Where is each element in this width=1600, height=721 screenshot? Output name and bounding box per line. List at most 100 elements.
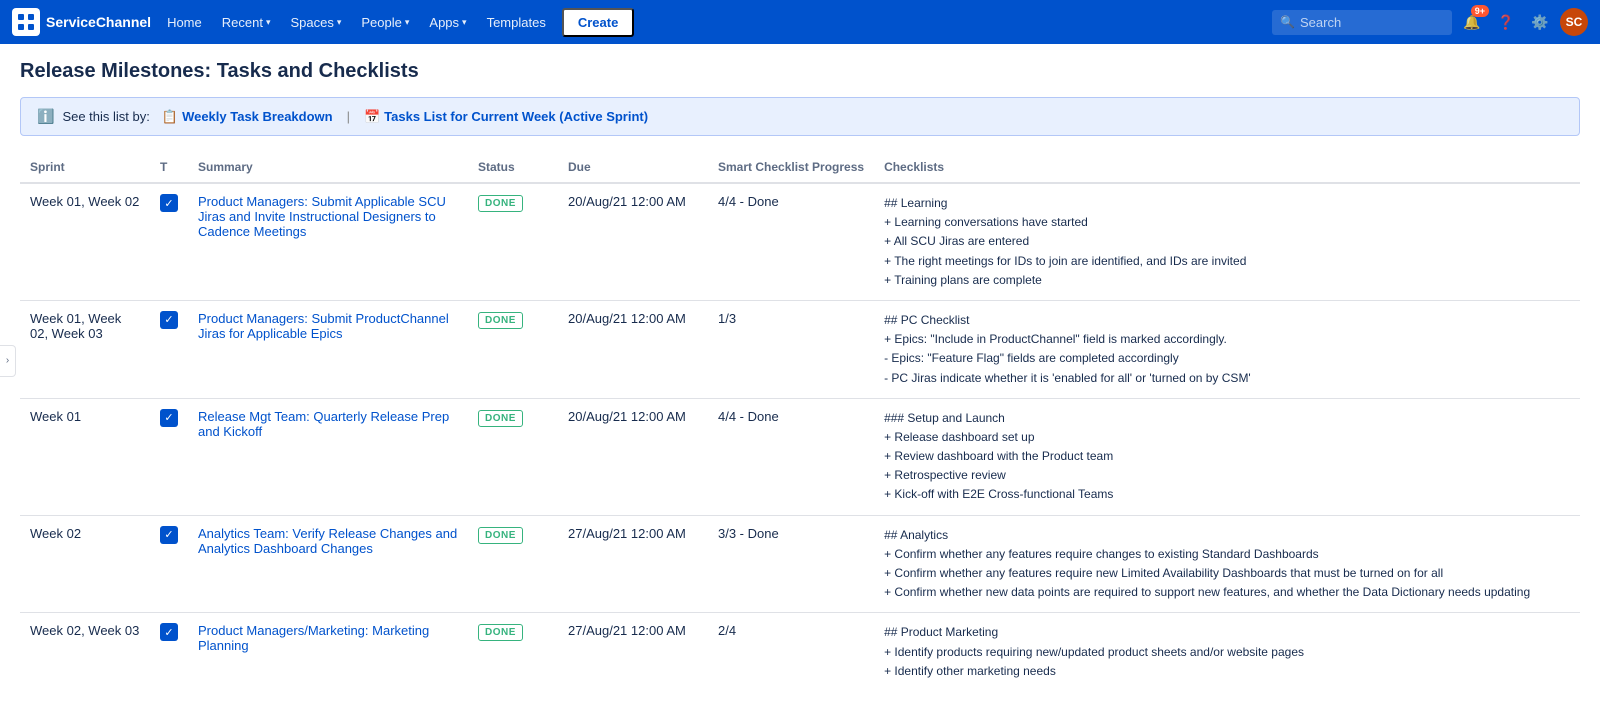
nav-people[interactable]: People ▾ (353, 11, 417, 34)
cell-type: ✓ (150, 300, 188, 398)
cell-status: DONE (468, 300, 558, 398)
checkbox-icon[interactable]: ✓ (160, 526, 178, 544)
task-link[interactable]: Release Mgt Team: Quarterly Release Prep… (198, 409, 449, 439)
chevron-down-icon: ▾ (337, 17, 342, 28)
checklist-content: ## PC Checklist + Epics: "Include in Pro… (884, 311, 1570, 388)
app-name: ServiceChannel (46, 14, 151, 30)
sidebar-toggle[interactable]: › (0, 345, 16, 377)
checklist-content: ### Setup and Launch + Release dashboard… (884, 409, 1570, 505)
col-header-checklists: Checklists (874, 152, 1580, 183)
cell-summary: Release Mgt Team: Quarterly Release Prep… (188, 398, 468, 515)
tasks-table: Sprint T Summary Status Due Smart Checkl… (20, 152, 1580, 691)
cell-sprint: Week 01, Week 02 (20, 183, 150, 300)
avatar[interactable]: SC (1560, 8, 1588, 36)
status-badge: DONE (478, 195, 523, 212)
settings-button[interactable]: ⚙️ (1526, 8, 1554, 36)
tasks-table-wrapper: Sprint T Summary Status Due Smart Checkl… (20, 152, 1580, 691)
search-wrapper: 🔍 (1272, 10, 1452, 35)
cell-due: 27/Aug/21 12:00 AM (558, 515, 708, 613)
checkbox-icon[interactable]: ✓ (160, 623, 178, 641)
table-row: Week 01, Week 02 ✓ Product Managers: Submi… (20, 183, 1580, 300)
nav-home[interactable]: Home (159, 11, 210, 34)
weekly-link-text: Weekly Task Breakdown (182, 109, 333, 124)
checkbox-icon[interactable]: ✓ (160, 409, 178, 427)
nav-right-section: 🔍 🔔 9+ ❓ ⚙️ SC (1272, 8, 1588, 36)
table-body: Week 01, Week 02 ✓ Product Managers: Submi… (20, 183, 1580, 691)
view-options-banner: ℹ️ See this list by: 📋 Weekly Task Break… (20, 97, 1580, 136)
cell-sprint: Week 02, Week 03 (20, 613, 150, 691)
status-badge: DONE (478, 624, 523, 641)
col-header-status: Status (468, 152, 558, 183)
cell-sprint: Week 02 (20, 515, 150, 613)
app-logo[interactable]: ServiceChannel (12, 8, 151, 36)
logo-icon (12, 8, 40, 36)
cell-sprint: Week 01 (20, 398, 150, 515)
status-badge: DONE (478, 410, 523, 427)
nav-spaces[interactable]: Spaces ▾ (282, 11, 349, 34)
table-row: Week 02, Week 03 ✓ Product Managers/Market… (20, 613, 1580, 691)
help-button[interactable]: ❓ (1492, 8, 1520, 36)
chevron-down-icon: ▾ (462, 17, 467, 28)
notifications-badge: 9+ (1471, 5, 1489, 17)
info-icon: ℹ️ (37, 108, 54, 125)
chevron-down-icon: ▾ (266, 17, 271, 28)
banner-label: See this list by: (62, 109, 149, 124)
cell-checklists: ## Product Marketing + Identify products… (874, 613, 1580, 691)
status-badge: DONE (478, 527, 523, 544)
cell-progress: 2/4 (708, 613, 874, 691)
cell-summary: Product Managers: Submit ProductChannel … (188, 300, 468, 398)
task-link[interactable]: Product Managers/Marketing: Marketing Pl… (198, 623, 429, 653)
cell-status: DONE (468, 515, 558, 613)
cell-status: DONE (468, 398, 558, 515)
active-sprint-link[interactable]: 📅 Tasks List for Current Week (Active Sp… (364, 109, 648, 125)
cell-checklists: ### Setup and Launch + Release dashboard… (874, 398, 1580, 515)
cell-status: DONE (468, 613, 558, 691)
cell-progress: 4/4 - Done (708, 398, 874, 515)
cell-checklists: ## PC Checklist + Epics: "Include in Pro… (874, 300, 1580, 398)
sprint-link-text: Tasks List for Current Week (Active Spri… (384, 109, 648, 124)
weekly-task-breakdown-link[interactable]: 📋 Weekly Task Breakdown (162, 109, 333, 125)
cell-summary: Analytics Team: Verify Release Changes a… (188, 515, 468, 613)
cell-summary: Product Managers: Submit Applicable SCU … (188, 183, 468, 300)
checkbox-icon[interactable]: ✓ (160, 311, 178, 329)
checkbox-icon[interactable]: ✓ (160, 194, 178, 212)
search-icon: 🔍 (1280, 15, 1295, 29)
nav-recent[interactable]: Recent ▾ (214, 11, 279, 34)
sprint-icon: 📅 (364, 109, 380, 125)
cell-due: 20/Aug/21 12:00 AM (558, 398, 708, 515)
search-input[interactable] (1272, 10, 1452, 35)
table-row: Week 01, Week 02, Week 03 ✓ Product Manage… (20, 300, 1580, 398)
col-header-due: Due (558, 152, 708, 183)
chevron-down-icon: ▾ (405, 17, 410, 28)
col-header-progress: Smart Checklist Progress (708, 152, 874, 183)
col-header-summary: Summary (188, 152, 468, 183)
cell-status: DONE (468, 183, 558, 300)
cell-progress: 3/3 - Done (708, 515, 874, 613)
task-link[interactable]: Analytics Team: Verify Release Changes a… (198, 526, 457, 556)
cell-due: 20/Aug/21 12:00 AM (558, 300, 708, 398)
col-header-sprint: Sprint (20, 152, 150, 183)
cell-checklists: ## Analytics + Confirm whether any featu… (874, 515, 1580, 613)
create-button[interactable]: Create (562, 8, 634, 37)
weekly-icon: 📋 (162, 109, 178, 125)
task-link[interactable]: Product Managers: Submit Applicable SCU … (198, 194, 446, 239)
col-header-type: T (150, 152, 188, 183)
table-row: Week 01 ✓ Release Mgt Team: Quarterly Rele… (20, 398, 1580, 515)
task-link[interactable]: Product Managers: Submit ProductChannel … (198, 311, 449, 341)
banner-separator: | (347, 109, 350, 124)
cell-checklists: ## Learning + Learning conversations hav… (874, 183, 1580, 300)
cell-progress: 4/4 - Done (708, 183, 874, 300)
top-navigation: ServiceChannel Home Recent ▾ Spaces ▾ Pe… (0, 0, 1600, 44)
cell-sprint: Week 01, Week 02, Week 03 (20, 300, 150, 398)
page-title: Release Milestones: Tasks and Checklists (20, 60, 1580, 83)
cell-type: ✓ (150, 398, 188, 515)
table-row: Week 02 ✓ Analytics Team: Verify Release C… (20, 515, 1580, 613)
nav-templates[interactable]: Templates (479, 11, 554, 34)
table-header: Sprint T Summary Status Due Smart Checkl… (20, 152, 1580, 183)
cell-summary: Product Managers/Marketing: Marketing Pl… (188, 613, 468, 691)
status-badge: DONE (478, 312, 523, 329)
checklist-content: ## Learning + Learning conversations hav… (884, 194, 1570, 290)
checklist-content: ## Analytics + Confirm whether any featu… (884, 526, 1570, 603)
nav-apps[interactable]: Apps ▾ (421, 11, 474, 34)
notifications-button[interactable]: 🔔 9+ (1458, 8, 1486, 36)
